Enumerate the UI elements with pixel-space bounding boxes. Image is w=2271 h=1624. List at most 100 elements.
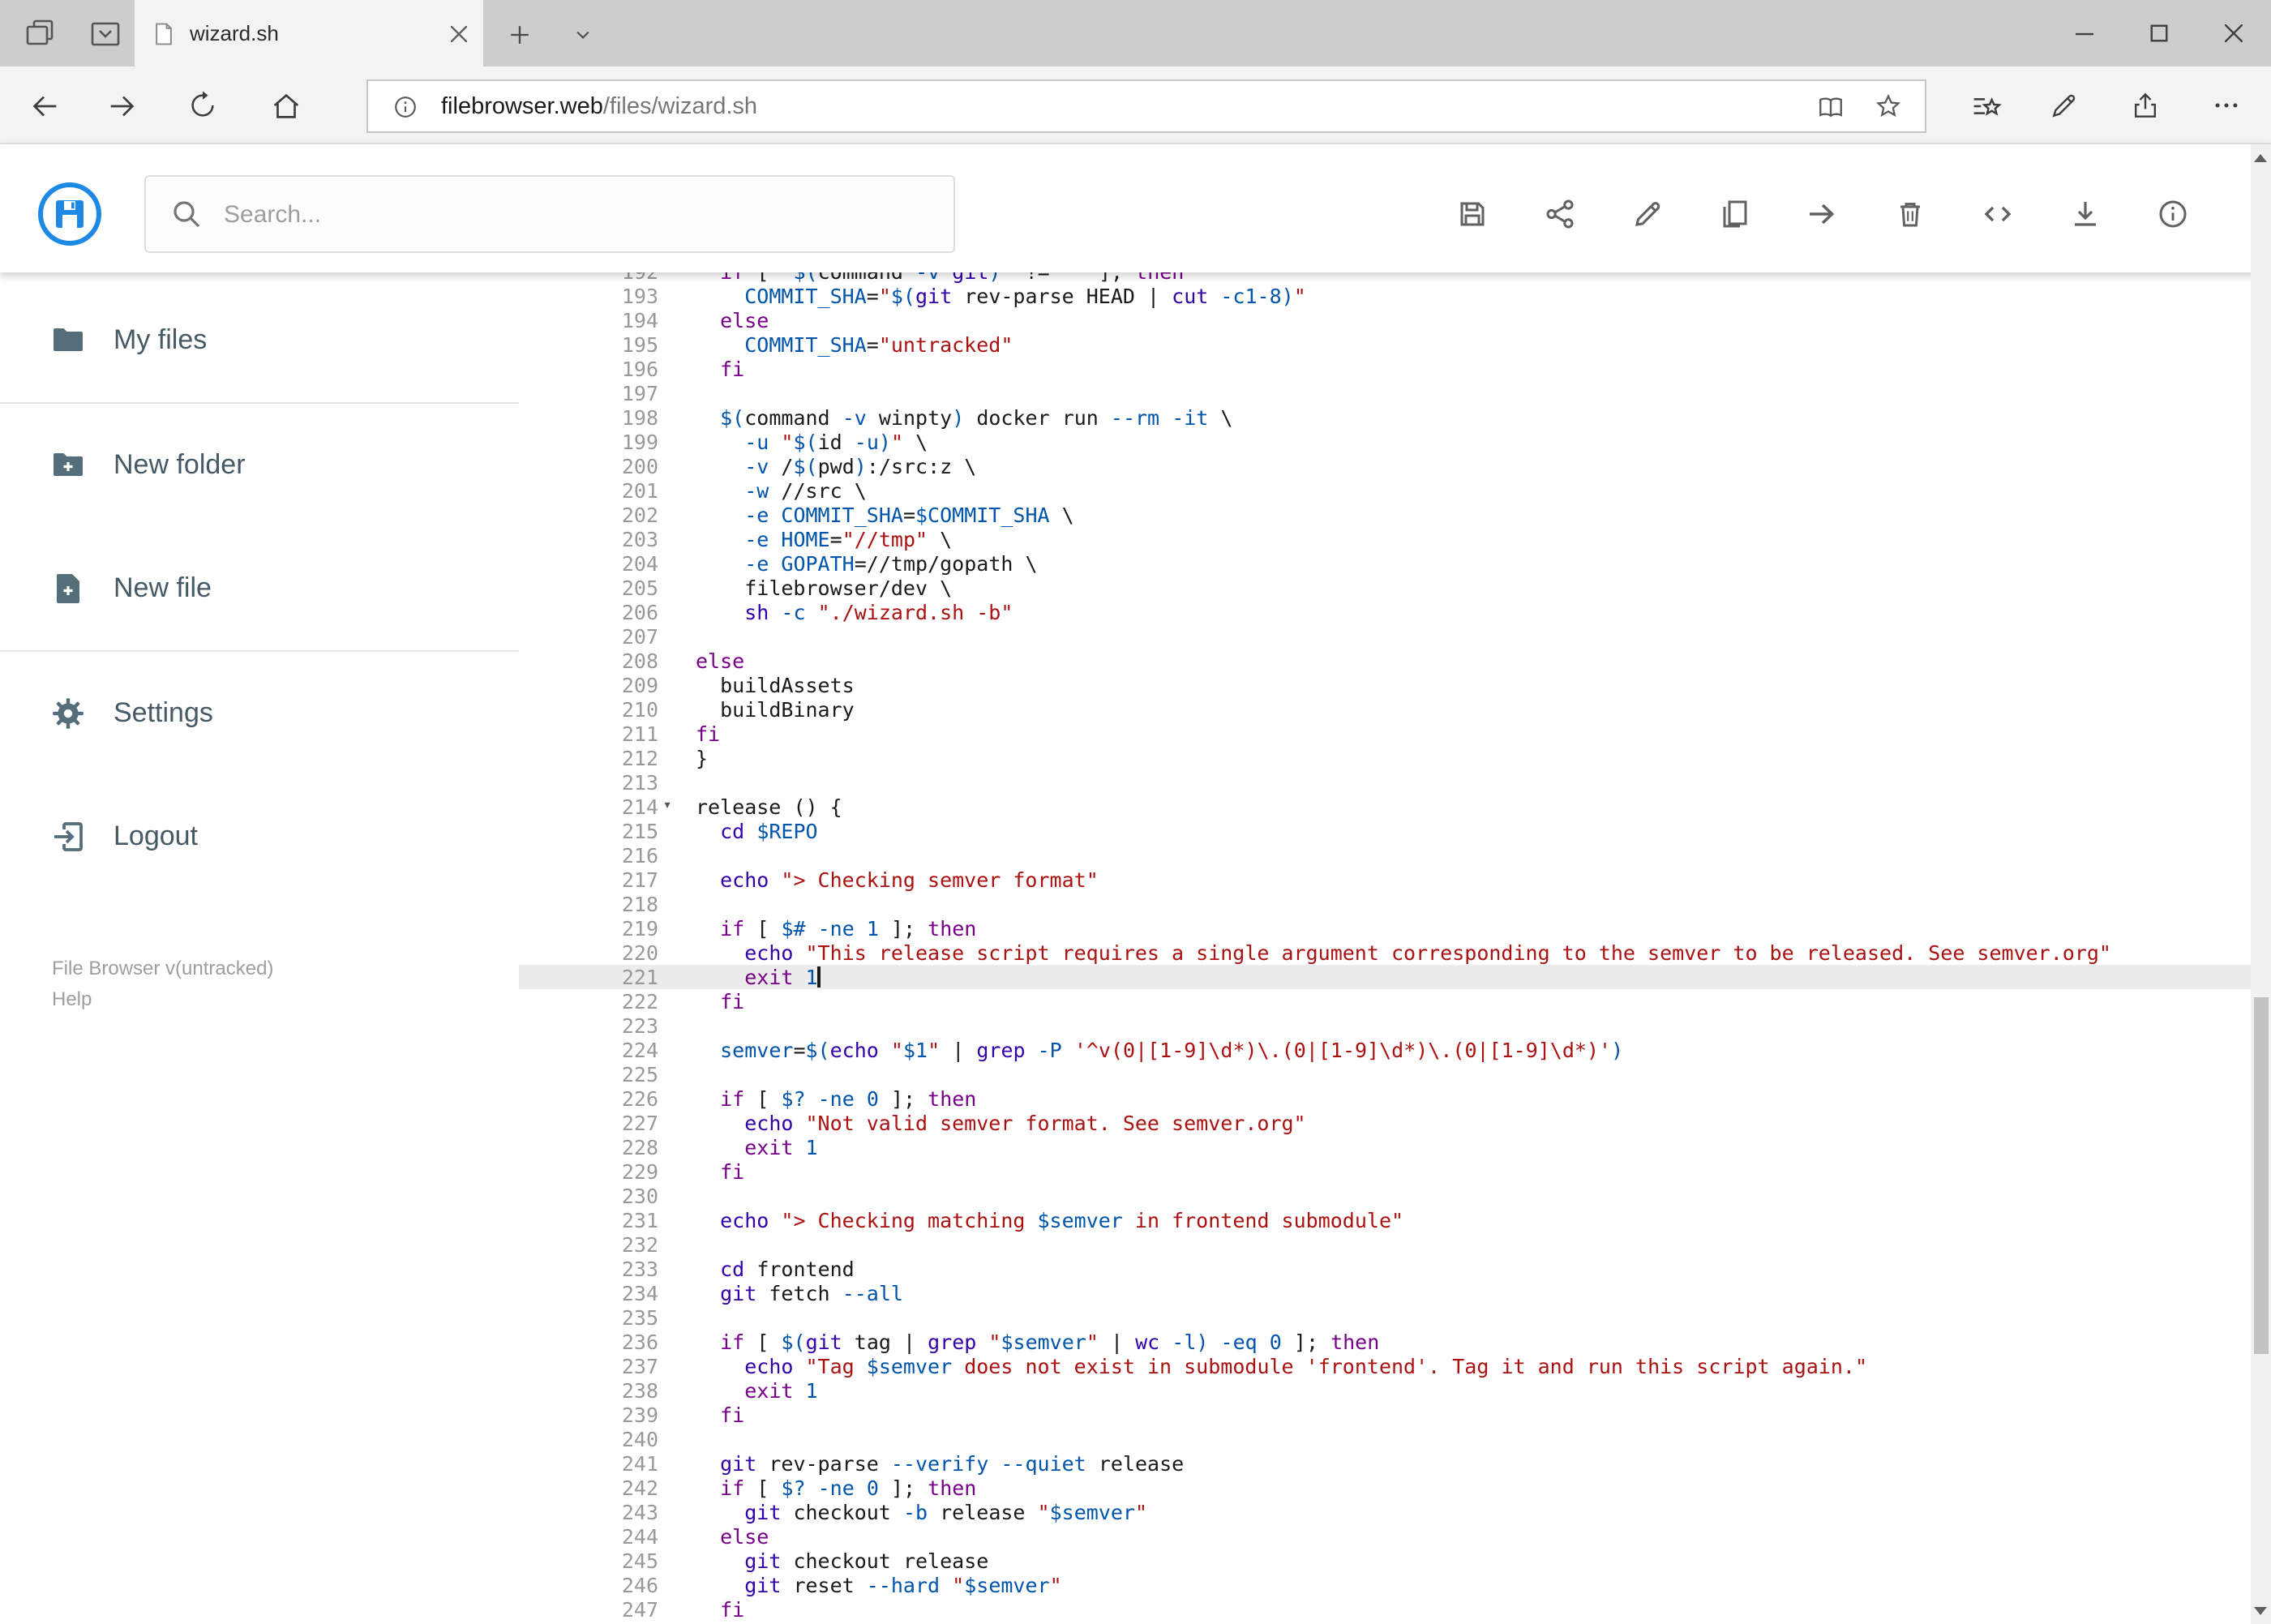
code-line[interactable]: 210 buildBinary [519, 697, 2250, 722]
download-button[interactable] [2058, 186, 2113, 242]
code-line[interactable]: 214 ▾ release () { [519, 795, 2250, 819]
code-line[interactable]: 243 git checkout -b release "$semver" [519, 1500, 2250, 1524]
code-line[interactable]: 215 cd $REPO [519, 819, 2250, 843]
code-editor[interactable]: 192 if [ "$(command -v git)" != "" ]; th… [519, 272, 2250, 1624]
code-line[interactable]: 247 fi [519, 1597, 2250, 1622]
code-line[interactable]: 221 exit 1 [519, 965, 2250, 989]
scrollbar-thumb[interactable] [2253, 997, 2268, 1354]
code-line[interactable]: 201 -w //src \ [519, 478, 2250, 503]
code-line[interactable]: 233 cd frontend [519, 1257, 2250, 1281]
code-line[interactable]: 200 -v /$(pwd):/src:z \ [519, 454, 2250, 478]
code-line[interactable]: 209 buildAssets [519, 673, 2250, 697]
code-line[interactable]: 196 fi [519, 357, 2250, 381]
new-tab-icon[interactable] [496, 11, 542, 57]
code-line[interactable]: 228 exit 1 [519, 1135, 2250, 1159]
tabs-aside-icon[interactable] [18, 11, 63, 57]
code-line[interactable]: 218 [519, 892, 2250, 916]
code-line[interactable]: 211 fi [519, 722, 2250, 746]
address-bar[interactable]: filebrowser.web/files/wizard.sh [366, 79, 1926, 133]
code-line[interactable]: 198 $(command -v winpty) docker run --rm… [519, 405, 2250, 430]
code-line[interactable]: 204 -e GOPATH=//tmp/gopath \ [519, 551, 2250, 576]
maximize-icon[interactable] [2122, 0, 2196, 66]
more-icon[interactable] [2197, 79, 2256, 131]
code-line[interactable]: 194 else [519, 308, 2250, 332]
share-icon[interactable] [2116, 79, 2175, 131]
sidebar-item-logout[interactable]: Logout [0, 808, 519, 866]
web-note-pen-icon[interactable] [2035, 79, 2093, 131]
code-line[interactable]: 213 [519, 770, 2250, 795]
code-line[interactable]: 219 if [ $# -ne 1 ]; then [519, 916, 2250, 941]
minimize-icon[interactable] [2047, 0, 2122, 66]
code-line[interactable]: 224 semver=$(echo "$1" | grep -P '^v(0|[… [519, 1038, 2250, 1062]
code-line[interactable]: 239 fi [519, 1403, 2250, 1427]
code-line[interactable]: 227 echo "Not valid semver format. See s… [519, 1111, 2250, 1135]
code-line[interactable]: 223 [519, 1013, 2250, 1038]
help-link[interactable]: Help [52, 986, 92, 1013]
code-line[interactable]: 212} [519, 746, 2250, 770]
browser-tab[interactable]: wizard.sh [135, 0, 483, 66]
code-line[interactable]: 197 [519, 381, 2250, 405]
code-line[interactable]: 232 [519, 1232, 2250, 1257]
home-icon[interactable] [259, 79, 311, 131]
filebrowser-logo[interactable] [36, 180, 104, 248]
fold-arrow-icon[interactable]: ▾ [658, 795, 676, 819]
code-line[interactable]: 231 echo "> Checking matching $semver in… [519, 1208, 2250, 1232]
code-line[interactable]: 192 if [ "$(command -v git)" != "" ]; th… [519, 272, 2250, 284]
info-button[interactable] [2145, 186, 2200, 242]
code-line[interactable]: 235 [519, 1305, 2250, 1330]
code-line[interactable]: 245 git checkout release [519, 1549, 2250, 1573]
code-line[interactable]: 230 [519, 1184, 2250, 1208]
code-line[interactable]: 234 git fetch --all [519, 1281, 2250, 1305]
page-scrollbar[interactable] [2250, 144, 2271, 1624]
site-info-icon[interactable] [384, 85, 426, 127]
code-line[interactable]: 238 exit 1 [519, 1378, 2250, 1403]
close-icon[interactable] [2196, 0, 2271, 66]
refresh-icon[interactable] [177, 79, 229, 131]
code-line[interactable]: 195 COMMIT_SHA="untracked" [519, 332, 2250, 357]
copy-button[interactable] [1708, 186, 1763, 242]
code-line[interactable]: 244 else [519, 1524, 2250, 1549]
save-button[interactable] [1445, 186, 1500, 242]
share-button[interactable] [1532, 186, 1588, 242]
raw-code-button[interactable] [1970, 186, 2025, 242]
search-box[interactable] [144, 175, 955, 253]
code-line[interactable]: 199 -u "$(id -u)" \ [519, 430, 2250, 454]
reading-view-icon[interactable] [1810, 85, 1852, 127]
sidebar-item-settings[interactable]: Settings [0, 684, 519, 743]
back-icon[interactable] [18, 79, 70, 131]
code-line[interactable]: 241 git rev-parse --verify --quiet relea… [519, 1451, 2250, 1476]
tab-list-chevron-icon[interactable] [559, 11, 605, 57]
code-line[interactable]: 208 else [519, 649, 2250, 673]
code-line[interactable]: 217 echo "> Checking semver format" [519, 868, 2250, 892]
code-line[interactable]: 216 [519, 843, 2250, 868]
favorite-star-icon[interactable] [1866, 85, 1909, 127]
code-line[interactable]: 206 sh -c "./wizard.sh -b" [519, 600, 2250, 624]
code-line[interactable]: 225 [519, 1062, 2250, 1086]
code-line[interactable]: 202 -e COMMIT_SHA=$COMMIT_SHA \ [519, 503, 2250, 527]
scroll-down-arrow-icon[interactable] [2254, 1606, 2267, 1614]
rename-button[interactable] [1620, 186, 1675, 242]
close-tab-icon[interactable] [451, 25, 467, 41]
sidebar-item-new-folder[interactable]: New folder [0, 436, 519, 495]
hub-icon[interactable] [1956, 79, 2014, 131]
code-line[interactable]: 207 [519, 624, 2250, 649]
code-line[interactable]: 236 if [ $(git tag | grep "$semver" | wc… [519, 1330, 2250, 1354]
code-line[interactable]: 229 fi [519, 1159, 2250, 1184]
search-input[interactable] [224, 200, 931, 228]
code-line[interactable]: 193 COMMIT_SHA="$(git rev-parse HEAD | c… [519, 284, 2250, 308]
delete-button[interactable] [1883, 186, 1938, 242]
forward-icon[interactable] [96, 79, 148, 131]
code-line[interactable]: 237 echo "Tag $semver does not exist in … [519, 1354, 2250, 1378]
code-line[interactable]: 240 [519, 1427, 2250, 1451]
sidebar-item-new-file[interactable]: New file [0, 559, 519, 618]
code-line[interactable]: 246 git reset --hard "$semver" [519, 1573, 2250, 1597]
tab-preview-icon[interactable] [83, 11, 128, 57]
scroll-up-arrow-icon[interactable] [2254, 154, 2267, 162]
code-line[interactable]: 242 if [ $? -ne 0 ]; then [519, 1476, 2250, 1500]
code-line[interactable]: 222 fi [519, 989, 2250, 1013]
code-line[interactable]: 226 if [ $? -ne 0 ]; then [519, 1086, 2250, 1111]
sidebar-item-my-files[interactable]: My files [0, 311, 519, 370]
code-line[interactable]: 205 filebrowser/dev \ [519, 576, 2250, 600]
code-line[interactable]: 203 -e HOME="//tmp" \ [519, 527, 2250, 551]
code-line[interactable]: 220 echo "This release script requires a… [519, 941, 2250, 965]
